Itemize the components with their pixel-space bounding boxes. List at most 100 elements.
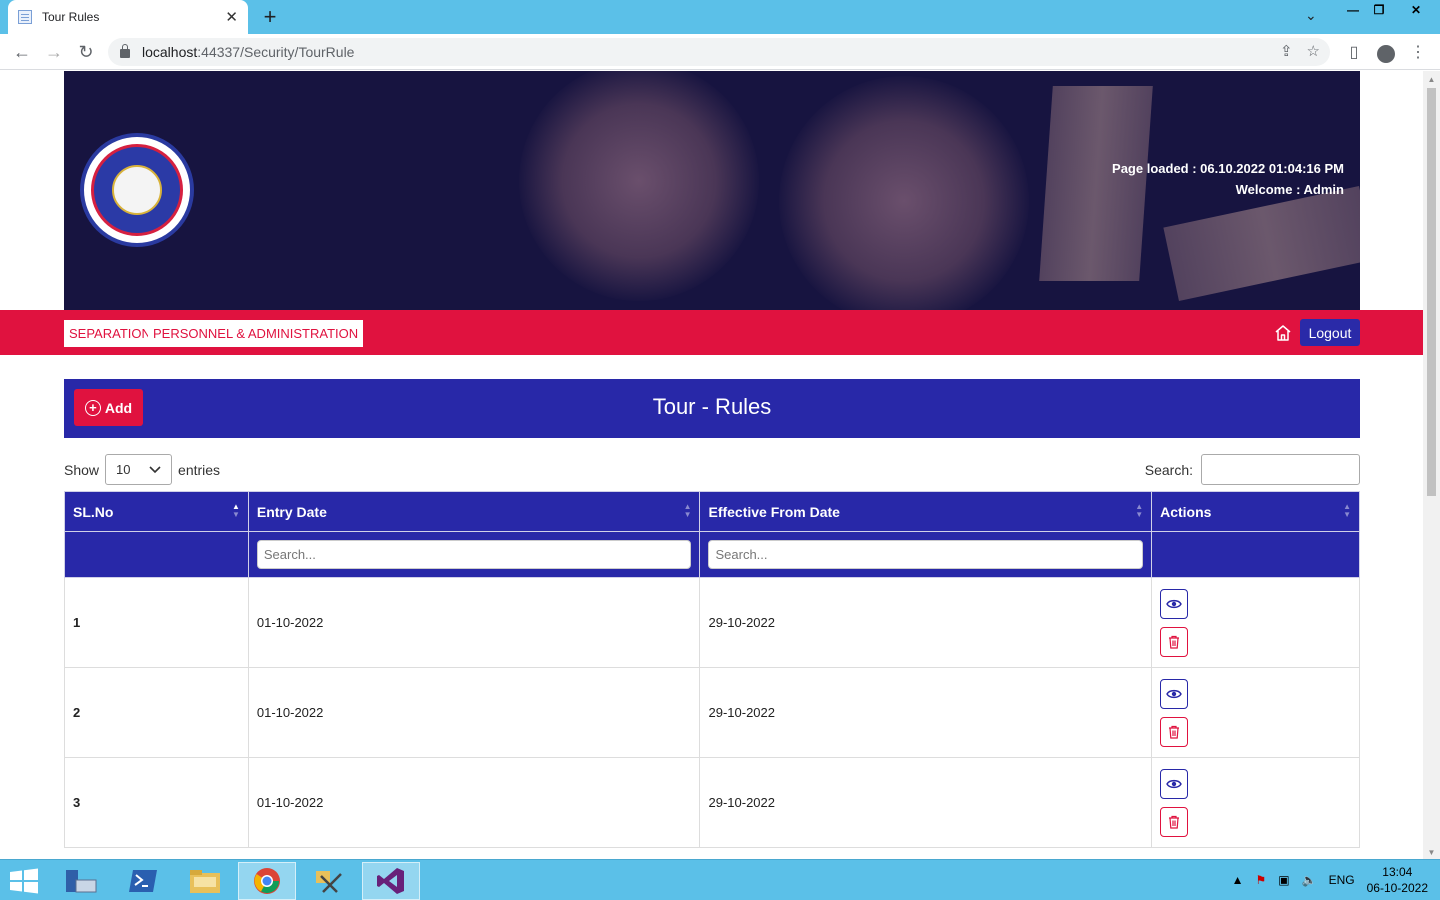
url-path: :44337/Security/TourRule [197, 44, 355, 60]
page-title: Tour - Rules [652, 394, 772, 419]
scroll-down-icon[interactable]: ▼ [1427, 848, 1436, 857]
url-host: localhost [142, 44, 198, 60]
filter-cell: Search... [247, 531, 701, 578]
add-button[interactable]: + Add [74, 389, 143, 426]
browser-tab[interactable]: Tour Rules ✕ [8, 0, 248, 34]
welcome-user: Admin [1303, 182, 1344, 197]
menu-item-personnel-administration[interactable]: PERSONNEL & ADMINISTRATION [148, 320, 364, 347]
view-button[interactable] [1160, 768, 1189, 799]
delete-button[interactable] [1160, 626, 1189, 657]
tab-search-chevron-icon[interactable]: ⌄ [1305, 7, 1317, 24]
table-search-control: Search: [1145, 454, 1360, 485]
forward-icon[interactable]: → [42, 40, 66, 64]
network-icon[interactable]: ▣ [1278, 873, 1289, 887]
new-tab-icon[interactable]: + [258, 4, 282, 30]
entry-date-filter-input[interactable]: Search... [256, 540, 692, 569]
delete-button[interactable] [1160, 716, 1189, 747]
taskbar-visual-studio-icon[interactable] [362, 862, 420, 900]
tab-title: Tour Rules [42, 10, 100, 24]
logout-button[interactable]: Logout [1300, 319, 1360, 346]
cell-sl-no: 1 [64, 577, 249, 668]
restore-icon[interactable]: ❐ [1366, 0, 1392, 20]
browser-menu-icon[interactable]: ⋮ [1406, 40, 1430, 64]
chevron-down-icon [149, 465, 161, 473]
language-indicator[interactable]: ENG [1329, 873, 1355, 887]
tab-close-icon[interactable]: ✕ [225, 8, 238, 26]
browser-tab-bar: Tour Rules ✕ + ⌄ — ❐ ✕ [0, 0, 1440, 34]
table-row: 1 01-10-2022 29-10-2022 [64, 577, 1360, 668]
organization-logo [80, 133, 194, 247]
profile-avatar-icon[interactable] [1374, 40, 1398, 64]
page-length-control: Show 10 entries [64, 454, 220, 485]
banner-decoration [779, 76, 1029, 310]
cell-actions [1151, 577, 1360, 668]
column-header-actions[interactable]: Actions ▲ ▼ [1151, 491, 1360, 532]
side-panel-icon[interactable]: ▯ [1342, 40, 1366, 64]
window-close-icon[interactable]: ✕ [1392, 0, 1440, 20]
column-header-entry-date[interactable]: Entry Date ▲ ▼ [247, 491, 701, 532]
home-icon[interactable] [1274, 324, 1292, 342]
trash-icon [1169, 815, 1180, 829]
plus-circle-icon: + [84, 399, 101, 416]
column-header-label: Effective From Date [708, 503, 840, 520]
view-button[interactable] [1160, 588, 1189, 619]
volume-icon[interactable]: 🔈 [1302, 873, 1317, 887]
banner-decoration [519, 71, 759, 301]
session-info: Page loaded : 06.10.2022 01:04:16 PM Wel… [1112, 158, 1344, 200]
page-size-select[interactable]: 10 [105, 454, 173, 485]
cell-sl-no: 3 [64, 757, 249, 848]
url-field[interactable]: localhost:44337/Security/TourRule ⇪ ☆ [108, 38, 1330, 66]
lock-icon [120, 44, 130, 58]
cell-effective-from-date: 29-10-2022 [699, 577, 1153, 668]
trash-icon [1169, 725, 1180, 739]
menu-item-separation[interactable]: SEPARATION [64, 320, 156, 347]
action-center-icon[interactable]: ⚑ [1256, 873, 1267, 887]
os-taskbar: ▲ ⚑ ▣ 🔈 ENG 13:04 06-10-2022 [0, 859, 1440, 900]
page-title-bar: Tour - Rules + Add [64, 379, 1360, 438]
system-tray: ▲ ⚑ ▣ 🔈 ENG 13:04 06-10-2022 [1232, 864, 1428, 896]
column-header-effective-from-date[interactable]: Effective From Date ▲ ▼ [699, 491, 1153, 532]
page-favicon-icon [18, 10, 32, 24]
add-button-label: Add [104, 399, 133, 416]
scroll-up-icon[interactable]: ▲ [1427, 75, 1436, 84]
table-search-input[interactable] [1201, 454, 1360, 485]
cell-effective-from-date: 29-10-2022 [699, 667, 1153, 758]
cell-effective-from-date: 29-10-2022 [699, 757, 1153, 848]
share-icon[interactable]: ⇪ [1280, 42, 1293, 60]
sort-icon: ▲ ▼ [231, 502, 240, 519]
column-filter-row: Search... Search... [64, 531, 1360, 578]
column-header-sl-no[interactable]: SL.No ▲ ▼ [64, 491, 249, 532]
reload-icon[interactable]: ↻ [74, 40, 98, 64]
address-bar: ← → ↻ localhost:44337/Security/TourRule … [0, 34, 1440, 70]
scrollbar-thumb[interactable] [1427, 88, 1436, 496]
entries-label: entries [178, 461, 221, 478]
cell-entry-date: 01-10-2022 [247, 667, 701, 758]
delete-button[interactable] [1160, 806, 1189, 837]
header-banner: Page loaded : 06.10.2022 01:04:16 PM Wel… [64, 71, 1360, 310]
main-menu-bar: SEPARATION PERSONNEL & ADMINISTRATION Lo… [0, 310, 1423, 355]
filter-cell-empty [64, 531, 249, 578]
windows-start-icon[interactable] [8, 868, 40, 894]
taskbar-chrome-icon[interactable] [238, 862, 296, 900]
effective-date-filter-input[interactable]: Search... [708, 540, 1144, 569]
taskbar-file-explorer-icon[interactable] [176, 862, 234, 900]
back-icon[interactable]: ← [10, 40, 34, 64]
taskbar-tools-icon[interactable] [300, 862, 358, 900]
minimize-icon[interactable]: — [1340, 0, 1366, 20]
taskbar-clock[interactable]: 13:04 06-10-2022 [1367, 864, 1428, 896]
filter-cell: Search... [699, 531, 1153, 578]
page-scrollbar[interactable]: ▲ ▼ [1423, 71, 1440, 859]
tour-rules-table: SL.No ▲ ▼ Entry Date ▲ ▼ Effective From Date… [64, 491, 1360, 848]
bookmark-star-icon[interactable]: ☆ [1307, 42, 1320, 60]
taskbar-powershell-icon[interactable] [114, 862, 172, 900]
view-button[interactable] [1160, 678, 1189, 709]
table-row: 2 01-10-2022 29-10-2022 [64, 667, 1360, 758]
cell-entry-date: 01-10-2022 [247, 577, 701, 668]
filter-cell-empty [1151, 531, 1360, 578]
cell-actions [1151, 667, 1360, 758]
eye-icon [1166, 779, 1182, 788]
taskbar-server-manager-icon[interactable] [52, 862, 110, 900]
sort-icon: ▲ ▼ [1135, 502, 1144, 519]
cell-actions [1151, 757, 1360, 848]
tray-expand-icon[interactable]: ▲ [1232, 873, 1244, 887]
